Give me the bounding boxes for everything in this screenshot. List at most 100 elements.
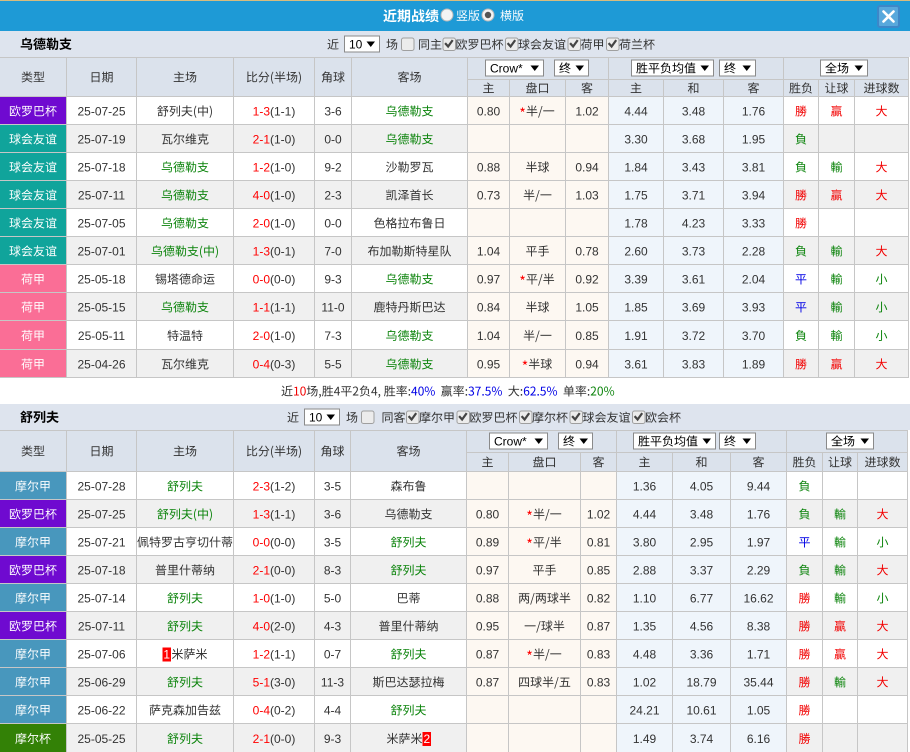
- svg-text:0.85: 0.85: [587, 564, 611, 578]
- svg-text:1-2(1-0): 1-2(1-0): [253, 161, 296, 175]
- svg-text:2.29: 2.29: [747, 564, 771, 578]
- svg-text:0.81: 0.81: [587, 536, 611, 550]
- svg-text:1.10: 1.10: [633, 592, 657, 606]
- svg-text:3.70: 3.70: [742, 329, 766, 343]
- svg-text:4-0(2-0): 4-0(2-0): [253, 620, 296, 634]
- svg-text:3.80: 3.80: [633, 536, 657, 550]
- svg-text:2.95: 2.95: [690, 536, 714, 550]
- svg-text:2-3(1-2): 2-3(1-2): [253, 480, 296, 494]
- svg-text:0-0(0-0): 0-0(0-0): [253, 536, 296, 550]
- svg-text:3-5: 3-5: [324, 536, 342, 550]
- svg-text:0-0: 0-0: [324, 217, 342, 231]
- svg-text:35.44: 35.44: [743, 676, 773, 690]
- svg-text:0-0(0-0): 0-0(0-0): [253, 273, 296, 287]
- svg-text:0.94: 0.94: [575, 161, 599, 175]
- svg-text:2-0(1-0): 2-0(1-0): [253, 217, 296, 231]
- svg-text:1.85: 1.85: [624, 301, 648, 315]
- svg-text:1-3(1-1): 1-3(1-1): [253, 508, 296, 522]
- svg-text:25-04-26: 25-04-26: [77, 358, 125, 372]
- svg-text:4.56: 4.56: [690, 620, 714, 634]
- svg-text:7-3: 7-3: [324, 329, 342, 343]
- svg-text:25-07-18: 25-07-18: [77, 161, 125, 175]
- svg-text:3.48: 3.48: [682, 105, 706, 119]
- svg-text:3.69: 3.69: [682, 301, 706, 315]
- svg-text:0.97: 0.97: [477, 273, 501, 287]
- svg-text:4.23: 4.23: [682, 217, 706, 231]
- svg-text:2.88: 2.88: [633, 564, 657, 578]
- svg-text:2.04: 2.04: [742, 273, 766, 287]
- svg-text:1.89: 1.89: [742, 358, 766, 372]
- svg-text:1.91: 1.91: [624, 329, 648, 343]
- svg-text:6.77: 6.77: [690, 592, 714, 606]
- svg-text:1.05: 1.05: [747, 704, 771, 718]
- svg-text:1-3(0-1): 1-3(0-1): [253, 245, 296, 259]
- svg-text:8.38: 8.38: [747, 620, 771, 634]
- svg-text:2.60: 2.60: [624, 245, 648, 259]
- svg-text:25-07-21: 25-07-21: [77, 536, 125, 550]
- svg-text:2-0(1-0): 2-0(1-0): [253, 329, 296, 343]
- svg-text:3-5: 3-5: [324, 480, 342, 494]
- svg-text:4-4: 4-4: [324, 704, 342, 718]
- svg-text:1.84: 1.84: [624, 161, 648, 175]
- svg-text:25-07-14: 25-07-14: [77, 592, 125, 606]
- svg-text:0.95: 0.95: [477, 358, 501, 372]
- svg-text:8-3: 8-3: [324, 564, 342, 578]
- svg-text:3.71: 3.71: [682, 189, 706, 203]
- svg-text:25-07-01: 25-07-01: [77, 245, 125, 259]
- svg-text:3.83: 3.83: [682, 358, 706, 372]
- svg-text:1.71: 1.71: [747, 648, 771, 662]
- svg-text:2.28: 2.28: [742, 245, 766, 259]
- svg-text:Crow*: Crow*: [494, 435, 527, 449]
- svg-text:1.49: 1.49: [633, 732, 657, 746]
- svg-text:9-2: 9-2: [324, 161, 342, 175]
- svg-text:0.83: 0.83: [587, 648, 611, 662]
- svg-text:4.48: 4.48: [633, 648, 657, 662]
- svg-text:4-0(1-0): 4-0(1-0): [253, 189, 296, 203]
- svg-text:0.73: 0.73: [477, 189, 501, 203]
- svg-text:3.61: 3.61: [624, 358, 648, 372]
- svg-text:3.93: 3.93: [742, 301, 766, 315]
- svg-text:1.76: 1.76: [747, 508, 771, 522]
- svg-text:1.02: 1.02: [575, 105, 599, 119]
- svg-text:11-3: 11-3: [321, 676, 344, 690]
- svg-text:1.04: 1.04: [477, 245, 501, 259]
- svg-text:25-05-11: 25-05-11: [78, 329, 125, 343]
- svg-text:2-3: 2-3: [324, 189, 342, 203]
- svg-text:0.87: 0.87: [587, 620, 611, 634]
- svg-text:1.35: 1.35: [633, 620, 657, 634]
- svg-text:4-3: 4-3: [324, 620, 342, 634]
- svg-text:1.97: 1.97: [747, 536, 771, 550]
- svg-text:1.78: 1.78: [624, 217, 648, 231]
- svg-text:25-07-19: 25-07-19: [77, 133, 125, 147]
- svg-text:3.73: 3.73: [682, 245, 706, 259]
- svg-text:6.16: 6.16: [747, 732, 771, 746]
- svg-text:1.02: 1.02: [633, 676, 657, 690]
- svg-text:1.03: 1.03: [575, 189, 599, 203]
- svg-text:3-6: 3-6: [324, 105, 342, 119]
- svg-text:4.05: 4.05: [690, 480, 714, 494]
- svg-text:25-07-11: 25-07-11: [78, 620, 125, 634]
- svg-text:1.75: 1.75: [624, 189, 648, 203]
- svg-text:1.04: 1.04: [477, 329, 501, 343]
- svg-text:3.37: 3.37: [690, 564, 714, 578]
- svg-text:1.02: 1.02: [587, 508, 611, 522]
- svg-text:25-07-06: 25-07-06: [77, 648, 125, 662]
- svg-text:25-06-22: 25-06-22: [77, 704, 125, 718]
- svg-text:0-4(0-2): 0-4(0-2): [253, 704, 296, 718]
- svg-text:0.85: 0.85: [575, 329, 599, 343]
- svg-text:25-07-25: 25-07-25: [77, 508, 125, 522]
- svg-text:3.74: 3.74: [690, 732, 714, 746]
- svg-text:16.62: 16.62: [743, 592, 773, 606]
- svg-text:10: 10: [309, 411, 323, 425]
- svg-text:3.72: 3.72: [682, 329, 706, 343]
- svg-text:0.80: 0.80: [476, 508, 500, 522]
- svg-text:3-6: 3-6: [324, 508, 342, 522]
- svg-text:1-3(1-1): 1-3(1-1): [253, 105, 296, 119]
- svg-text:4.44: 4.44: [624, 105, 648, 119]
- svg-text:5-1(3-0): 5-1(3-0): [253, 676, 296, 690]
- svg-text:0.95: 0.95: [476, 620, 500, 634]
- svg-text:1-1(1-1): 1-1(1-1): [253, 301, 296, 315]
- svg-text:25-06-29: 25-06-29: [77, 676, 125, 690]
- svg-text:0.89: 0.89: [476, 536, 500, 550]
- svg-text:3.81: 3.81: [742, 161, 766, 175]
